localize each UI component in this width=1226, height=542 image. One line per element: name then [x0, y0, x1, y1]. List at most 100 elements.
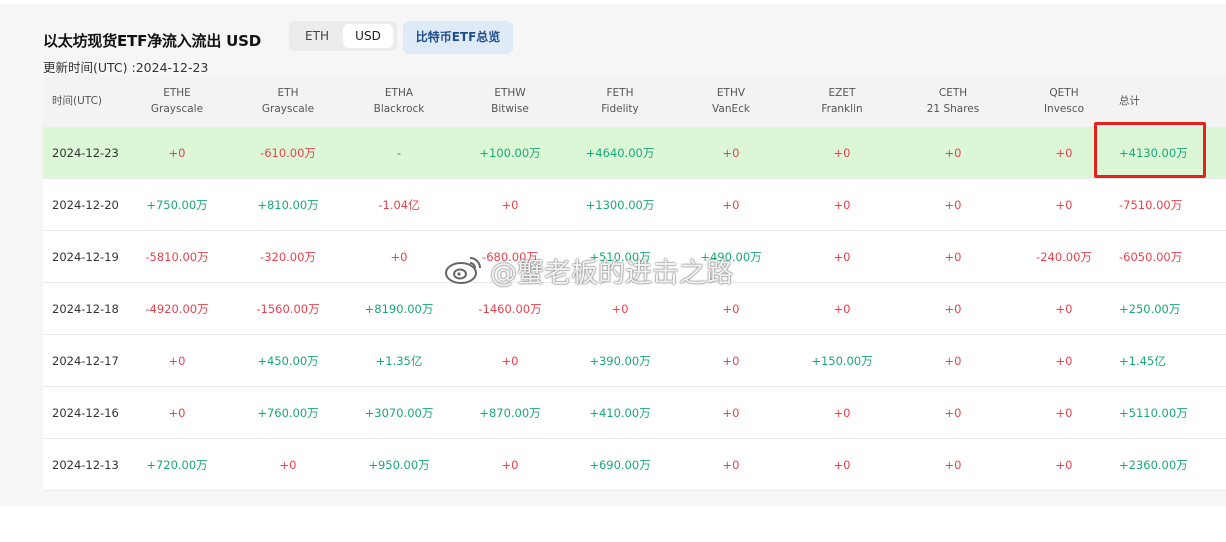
flow-value-ethv: +0 [722, 354, 740, 368]
annotation-highlight-box [1094, 122, 1206, 178]
flow-value-ethv: +0 [722, 146, 740, 160]
table-row: 2024-12-17 +0 +450.00万 +1.35亿 +0 +390.00万 +0 +1… [43, 335, 1226, 387]
column-issuer: VanEck [712, 103, 750, 115]
column-ticker: QETH [1049, 87, 1079, 99]
column-header-feth: FETH Fidelity [565, 75, 675, 127]
flow-value-ethe: -5810.00万 [145, 250, 209, 264]
table-body: 2024-12-23 +0 -610.00万 - +100.00万 +4640.00万 +0… [43, 127, 1226, 491]
table-header: 时间(UTC) ETHE Grayscale ETH Grayscale ETHA Blac… [43, 75, 1226, 127]
flow-value-eth: -320.00万 [260, 250, 316, 264]
column-issuer: Franklin [821, 103, 863, 115]
usd-toggle-option[interactable]: USD [343, 24, 393, 48]
flow-value-ethw: +100.00万 [479, 146, 541, 160]
watermark: @蟹老板的进击之路 [444, 248, 733, 292]
flow-value-etha: +950.00万 [368, 458, 430, 472]
column-issuer: Fidelity [601, 103, 639, 115]
column-ticker: ETHA [384, 87, 414, 99]
table-row: 2024-12-23 +0 -610.00万 - +100.00万 +4640.00万 +0… [43, 127, 1226, 179]
page-title: 以太坊现货ETF净流入流出 USD [43, 32, 261, 50]
flow-value-etha: +1.35亿 [375, 354, 423, 368]
column-issuer: Invesco [1043, 103, 1085, 115]
flow-value-ethe: +720.00万 [146, 458, 208, 472]
column-ticker: ETHW [494, 87, 526, 99]
flow-value-eth: +760.00万 [257, 406, 319, 420]
eth-toggle-option[interactable]: ETH [293, 24, 341, 48]
flow-value-ceth: +0 [944, 250, 962, 264]
column-issuer: Blackrock [373, 103, 425, 115]
flow-value-ceth: +0 [944, 146, 962, 160]
flow-value-ethv: +0 [722, 198, 740, 212]
column-header-ethe: ETHE Grayscale [122, 75, 232, 127]
flow-value-ethe: +0 [168, 406, 186, 420]
column-ticker: FETH [606, 87, 634, 99]
flow-value-ceth: +0 [944, 458, 962, 472]
currency-toggle[interactable]: ETH USD [289, 21, 397, 51]
flow-value-feth: +390.00万 [589, 354, 651, 368]
column-issuer: Grayscale [150, 103, 204, 115]
flow-value-ethw: +0 [501, 458, 519, 472]
flow-value-ceth: +0 [944, 354, 962, 368]
column-header-ethw: ETHW Bitwise [455, 75, 565, 127]
flow-value-qeth: +0 [1055, 354, 1073, 368]
flow-value-feth: +1300.00万 [585, 198, 655, 212]
column-ticker: ETH [277, 87, 299, 99]
column-ticker: ETHE [163, 87, 191, 99]
flow-value-ethw: +870.00万 [479, 406, 541, 420]
flow-value-ethe: +0 [168, 354, 186, 368]
flow-value-ethw: +0 [501, 354, 519, 368]
flow-value-ethv: +0 [722, 458, 740, 472]
flow-value-ethe: -4920.00万 [145, 302, 209, 316]
column-header-eth: ETH Grayscale [233, 75, 343, 127]
flow-value-etha: +0 [390, 250, 408, 264]
flow-value-etha: +8190.00万 [364, 302, 434, 316]
flow-value-ezet: +0 [833, 406, 851, 420]
column-ticker: EZET [828, 87, 856, 99]
flow-value-etha: -1.04亿 [378, 198, 420, 212]
flow-value-ethv: +0 [722, 406, 740, 420]
flow-value-feth: +410.00万 [589, 406, 651, 420]
column-header-ceth: CETH 21 Shares [898, 75, 1008, 127]
column-header-total: 总计 [1119, 75, 1219, 127]
row-total: +5110.00万 [1119, 406, 1188, 420]
flow-value-qeth: -240.00万 [1036, 250, 1092, 264]
flow-value-feth: +4640.00万 [585, 146, 655, 160]
table-row: 2024-12-16 +0 +760.00万 +3070.00万 +870.00万 +41… [43, 387, 1226, 439]
flow-value-ezet: +0 [833, 458, 851, 472]
flow-value-qeth: +0 [1055, 302, 1073, 316]
column-header-ezet: EZET Franklin [787, 75, 897, 127]
btc-etf-overview-button[interactable]: 比特币ETF总览 [403, 21, 513, 54]
row-total: +2360.00万 [1119, 458, 1188, 472]
flow-value-ceth: +0 [944, 406, 962, 420]
flow-value-eth: +810.00万 [257, 198, 319, 212]
flow-value-ethe: +750.00万 [146, 198, 208, 212]
flow-value-qeth: +0 [1055, 458, 1073, 472]
column-ticker: 总计 [1119, 95, 1140, 107]
column-issuer: Grayscale [261, 103, 315, 115]
row-total: -7510.00万 [1119, 198, 1183, 212]
row-total: -6050.00万 [1119, 250, 1183, 264]
weibo-icon [444, 254, 484, 286]
row-total: +1.45亿 [1119, 354, 1166, 368]
flow-value-ezet: +0 [833, 146, 851, 160]
flow-value-eth: -610.00万 [260, 146, 316, 160]
column-header-ethv: ETHV VanEck [676, 75, 786, 127]
flow-value-qeth: +0 [1055, 406, 1073, 420]
column-header-etha: ETHA Blackrock [344, 75, 454, 127]
table-row: 2024-12-20 +750.00万 +810.00万 -1.04亿 +0 +1300.… [43, 179, 1226, 231]
column-ticker: 时间(UTC) [52, 95, 103, 107]
flow-value-ezet: +0 [833, 250, 851, 264]
row-total: +250.00万 [1119, 302, 1181, 316]
column-ticker: ETHV [716, 87, 746, 99]
column-header-qeth: QETH Invesco [1009, 75, 1119, 127]
flow-value-ceth: +0 [944, 198, 962, 212]
column-issuer: 21 Shares [926, 103, 980, 115]
flow-value-ezet: +0 [833, 302, 851, 316]
flow-value-qeth: +0 [1055, 198, 1073, 212]
flow-value-feth: +690.00万 [589, 458, 651, 472]
table-row: 2024-12-13 +720.00万 +0 +950.00万 +0 +690.00万 +0… [43, 439, 1226, 491]
flow-value-etha: - [396, 146, 402, 160]
flow-value-eth: +450.00万 [257, 354, 319, 368]
flow-value-ethe: +0 [168, 146, 186, 160]
column-ticker: CETH [938, 87, 968, 99]
flow-value-eth: +0 [279, 458, 297, 472]
